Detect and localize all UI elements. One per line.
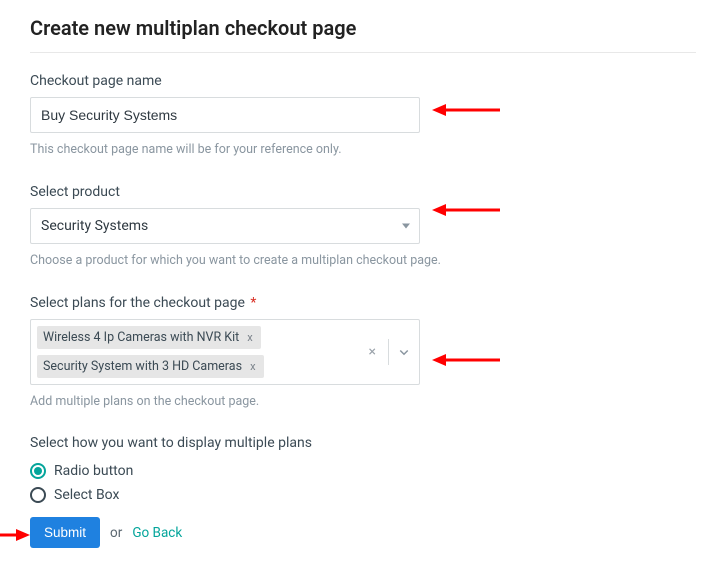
product-select-value[interactable]: Security Systems (30, 208, 420, 244)
form-actions: Submit or Go Back (30, 517, 696, 548)
display-option-radio[interactable]: Radio button (30, 463, 696, 479)
help-product: Choose a product for which you want to c… (30, 252, 450, 271)
submit-button[interactable]: Submit (30, 517, 100, 548)
radio-label: Radio button (54, 463, 133, 479)
divider (30, 52, 696, 53)
plan-chip-label: Wireless 4 Ip Cameras with NVR Kit (43, 330, 239, 345)
page-title: Create new multiplan checkout page (30, 16, 696, 40)
form-page: Create new multiplan checkout page Check… (0, 0, 726, 578)
label-product: Select product (30, 184, 696, 200)
or-text: or (110, 525, 122, 541)
required-mark: * (250, 295, 256, 311)
display-option-select[interactable]: Select Box (30, 487, 696, 503)
go-back-link[interactable]: Go Back (132, 525, 182, 541)
caret-down-icon (402, 223, 410, 228)
radio-icon (30, 463, 46, 479)
field-checkout-name: Checkout page name This checkout page na… (30, 73, 696, 160)
checkout-name-input[interactable] (30, 97, 420, 133)
label-display: Select how you want to display multiple … (30, 435, 696, 451)
plans-chips: Wireless 4 Ip Cameras with NVR Kit x Sec… (31, 320, 357, 384)
plans-multiselect[interactable]: Wireless 4 Ip Cameras with NVR Kit x Sec… (30, 319, 420, 385)
field-plans: Select plans for the checkout page * Wir… (30, 295, 696, 412)
remove-chip-icon[interactable]: x (248, 360, 257, 373)
plan-chip-label: Security System with 3 HD Cameras (43, 359, 242, 374)
label-plans-text: Select plans for the checkout page (30, 295, 245, 311)
field-display: Select how you want to display multiple … (30, 435, 696, 503)
plan-chip: Security System with 3 HD Cameras x (37, 355, 264, 378)
help-plans: Add multiple plans on the checkout page. (30, 393, 450, 412)
label-plans: Select plans for the checkout page * (30, 295, 696, 311)
help-checkout-name: This checkout page name will be for your… (30, 141, 450, 160)
product-select[interactable]: Security Systems (30, 208, 420, 244)
chevron-down-icon[interactable] (397, 345, 411, 359)
separator (388, 339, 389, 365)
plan-chip: Wireless 4 Ip Cameras with NVR Kit x (37, 326, 261, 349)
radio-icon (30, 487, 46, 503)
product-selected-text: Security Systems (41, 218, 148, 234)
annotation-arrow-icon (0, 525, 30, 545)
plans-controls: × (357, 320, 419, 384)
clear-all-icon[interactable]: × (365, 344, 380, 360)
field-product: Select product Security Systems Choose a… (30, 184, 696, 271)
remove-chip-icon[interactable]: x (245, 331, 254, 344)
radio-label: Select Box (54, 487, 119, 503)
label-checkout-name: Checkout page name (30, 73, 696, 89)
